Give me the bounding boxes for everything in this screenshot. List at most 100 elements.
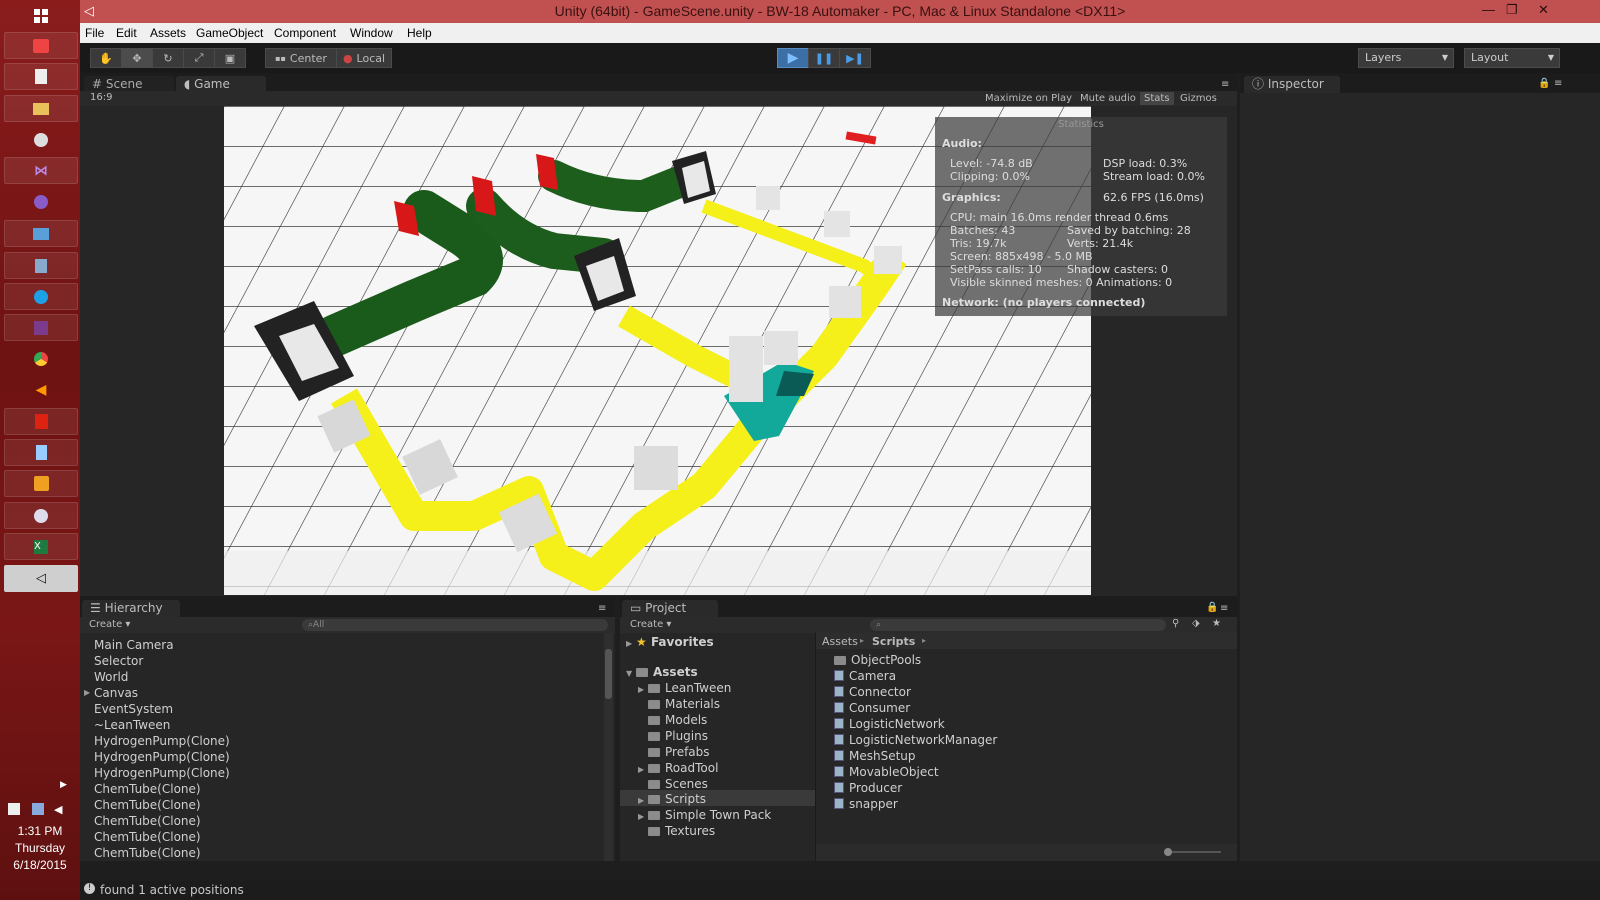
tab-hierarchy[interactable]: ☰ Hierarchy [82,600,180,617]
stats-toggle[interactable]: Stats [1140,92,1174,105]
gizmos-dropdown[interactable]: Gizmos [1180,93,1217,104]
hierarchy-item[interactable]: EventSystem [94,702,173,716]
hierarchy-item[interactable]: World [94,670,128,684]
close-button[interactable]: ✕ [1538,2,1549,18]
asset-script-item[interactable]: MovableObject [834,765,939,779]
project-create-button[interactable]: Create ▾ [630,619,671,630]
minimize-button[interactable]: — [1482,2,1495,17]
favorites-group[interactable]: ▶ ★ Favorites [626,635,714,649]
breadcrumb-assets[interactable]: Assets [822,635,858,648]
taskbar-app-excel[interactable]: X [4,533,78,560]
taskbar-app-skype[interactable] [4,283,78,310]
play-button[interactable]: ▶ [777,48,809,68]
mute-audio-toggle[interactable]: Mute audio [1080,93,1136,104]
panel-menu-icon[interactable]: ≡ [1554,78,1562,89]
taskbar-app-visual-studio[interactable]: ⋈ [4,157,78,184]
panel-menu-icon[interactable]: ≡ [598,603,606,614]
asset-script-item[interactable]: LogisticNetwork [834,717,945,731]
volume-icon[interactable]: ◀ [54,803,62,816]
status-bar[interactable]: ! found 1 active positions [80,881,1600,900]
layout-dropdown[interactable]: Layout ▼ [1464,48,1560,68]
hierarchy-item[interactable]: HydrogenPump(Clone) [94,766,230,780]
asset-folder-item[interactable]: ObjectPools [834,653,921,667]
pivot-center-toggle[interactable]: ▪▪ Center [265,48,337,68]
taskbar-app-chrome[interactable] [4,345,78,372]
taskbar-app-acrobat[interactable] [4,408,78,435]
assets-group[interactable]: ▼ Assets [626,665,698,679]
hierarchy-item[interactable]: ~LeanTween [94,718,170,732]
project-folder[interactable]: Scenes [648,777,708,791]
pause-button[interactable]: ❚❚ [808,48,840,68]
taskbar-app-github[interactable] [4,126,78,153]
menu-component[interactable]: Component [274,26,336,40]
icon-size-slider[interactable] [1164,848,1221,856]
asset-script-item[interactable]: Connector [834,685,911,699]
hierarchy-item[interactable]: Canvas [94,686,138,700]
scale-tool-button[interactable]: ⤢ [183,48,215,68]
hierarchy-item[interactable]: Main Camera [94,638,174,652]
hierarchy-search-input[interactable]: ⌕All [302,619,608,631]
hierarchy-create-button[interactable]: Create ▾ [89,619,130,630]
hierarchy-item[interactable]: ChemTube(Clone) [94,830,201,844]
scrollbar-thumb[interactable] [605,649,612,699]
hierarchy-item[interactable]: ChemTube(Clone) [94,814,201,828]
taskbar-app-media[interactable] [4,470,78,497]
project-folder[interactable]: Textures [648,824,715,838]
menu-assets[interactable]: Assets [150,26,186,40]
rotate-tool-button[interactable]: ↻ [152,48,184,68]
hierarchy-item[interactable]: HydrogenPump(Clone) [94,750,230,764]
dropbox-icon[interactable] [32,803,44,815]
hand-tool-button[interactable]: ✋ [90,48,122,68]
project-folder[interactable]: Models [648,713,707,727]
taskbar-app-audio[interactable]: ◀ [4,376,78,403]
filter-type-icon[interactable]: ⚲ [1172,618,1179,629]
filter-label-icon[interactable]: ⬗ [1192,618,1200,629]
menu-gameobject[interactable]: GameObject [196,26,263,40]
slider-handle[interactable] [1164,848,1172,856]
panel-menu-icon[interactable]: ≡ [1221,79,1229,90]
tab-inspector[interactable]: ⓘ Inspector [1244,76,1340,93]
start-button[interactable] [4,2,78,29]
asset-script-item[interactable]: Producer [834,781,902,795]
hierarchy-item[interactable]: ChemTube(Clone) [94,846,201,860]
favorite-star-icon[interactable]: ★ [1212,618,1221,629]
hierarchy-scrollbar[interactable] [604,633,613,861]
asset-script-item[interactable]: snapper [834,797,898,811]
aspect-ratio-dropdown[interactable]: 16:9 [90,92,112,103]
taskbar-app-explorer[interactable] [4,95,78,122]
taskbar-app-unity[interactable]: ◁ [4,565,78,592]
project-search-input[interactable]: ⌕ [870,619,1166,631]
hierarchy-item[interactable]: Selector [94,654,143,668]
tab-project[interactable]: ▭ Project [622,600,718,617]
restore-button[interactable]: ❐ [1506,2,1518,18]
flag-icon[interactable] [8,803,20,815]
pivot-local-toggle[interactable]: ● Local [336,48,392,68]
menu-file[interactable]: File [85,26,104,40]
maximize-on-play-toggle[interactable]: Maximize on Play [985,93,1072,104]
lock-icon[interactable]: 🔒 [1538,78,1550,89]
project-folder[interactable]: ▶ LeanTween [638,681,731,695]
hierarchy-item[interactable]: HydrogenPump(Clone) [94,734,230,748]
asset-script-item[interactable]: LogisticNetworkManager [834,733,997,747]
project-folder[interactable]: Prefabs [648,745,710,759]
asset-script-item[interactable]: MeshSetup [834,749,916,763]
hierarchy-item[interactable]: ChemTube(Clone) [94,782,201,796]
step-button[interactable]: ▶❚ [839,48,871,68]
breadcrumb-scripts[interactable]: Scripts [872,635,915,648]
project-folder[interactable]: Plugins [648,729,708,743]
expand-arrow-icon[interactable]: ▶ [84,688,90,697]
taskbar-app-remote[interactable] [4,220,78,247]
project-folder-selected[interactable]: ▶ Scripts [638,792,706,806]
panel-menu-icon[interactable]: ≡ [1220,603,1228,614]
hierarchy-item[interactable]: ChemTube(Clone) [94,798,201,812]
layers-dropdown[interactable]: Layers ▼ [1358,48,1454,68]
move-tool-button[interactable]: ✥ [121,48,153,68]
project-folder[interactable]: ▶ Simple Town Pack [638,808,771,822]
project-folder[interactable]: Materials [648,697,720,711]
menu-window[interactable]: Window [350,26,393,40]
lock-icon[interactable]: 🔒 [1206,602,1218,613]
taskbar-app-calculator[interactable] [4,439,78,466]
taskbar-app-editor[interactable] [4,252,78,279]
menu-help[interactable]: Help [407,26,432,40]
taskbar-app-todoist[interactable] [4,32,78,59]
